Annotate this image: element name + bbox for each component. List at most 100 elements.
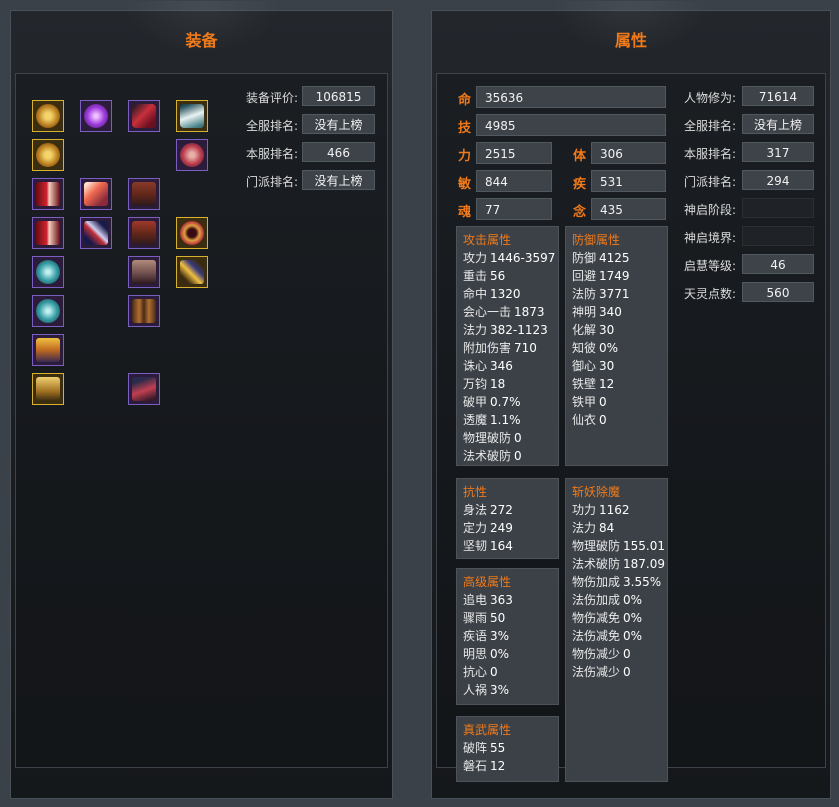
stat-row: 定力 249 bbox=[463, 519, 552, 537]
stat-name: 法力 bbox=[463, 323, 488, 337]
stat-row: 会心一击 1873 bbox=[463, 303, 552, 321]
rating-value: 106815 bbox=[302, 86, 375, 106]
stat-value: 55 bbox=[490, 741, 506, 755]
equipment-slot[interactable] bbox=[176, 139, 208, 171]
armor-icon bbox=[132, 182, 156, 206]
attributes-title: 属性 bbox=[614, 31, 647, 50]
stat-value: 0 bbox=[599, 395, 607, 409]
equipment-panel: 装备 装备评价: 106815 全服排名: 没有上榜 本服排名: 466 门派排… bbox=[10, 1, 393, 799]
attributes-panel: 属性 命 35636 技 4985 力 2515 体 306 敏 844 疾 5… bbox=[431, 1, 831, 799]
cultivation-value: 71614 bbox=[742, 86, 814, 106]
equipment-slot[interactable] bbox=[80, 217, 112, 249]
advanced-box: 高级属性 追电 363 骤雨 50 疾语 3% 明思 0% 抗心 0 人祸 3% bbox=[456, 568, 559, 705]
equipment-slot[interactable] bbox=[128, 373, 160, 405]
cultivation-label: 人物修为: bbox=[684, 91, 737, 105]
equipment-slot[interactable] bbox=[176, 217, 208, 249]
equipment-slot[interactable] bbox=[128, 295, 160, 327]
equipment-slot[interactable] bbox=[32, 178, 64, 210]
stat-row: 命中 1320 bbox=[463, 285, 552, 303]
equipment-slot[interactable] bbox=[32, 100, 64, 132]
stat-name: 防御 bbox=[572, 251, 597, 265]
stat-row: 重击 56 bbox=[463, 267, 552, 285]
stat-value: 187.09 bbox=[623, 557, 666, 571]
stat-row: 人祸 3% bbox=[463, 681, 552, 699]
gold-tablet-icon bbox=[36, 377, 60, 401]
shenqi-stage-label: 神启阶段: bbox=[684, 203, 737, 217]
resist-box: 抗性 身法 272 定力 249 坚韧 164 bbox=[456, 478, 559, 559]
stat-row: 疾语 3% bbox=[463, 627, 552, 645]
stat-row: 法力 84 bbox=[572, 519, 661, 537]
stat-row: 诛心 346 bbox=[463, 357, 552, 375]
stat-value: 0 bbox=[514, 431, 522, 445]
resist-rows: 身法 272 定力 249 坚韧 164 bbox=[463, 501, 552, 555]
stat-name: 物理破防 bbox=[572, 539, 621, 553]
stat-name: 法伤减少 bbox=[572, 665, 621, 679]
stat-row: 防御 4125 bbox=[572, 249, 661, 267]
equipment-slot[interactable] bbox=[176, 256, 208, 288]
defense-box: 防御属性 防御 4125 回避 1749 法防 3771 神明 340 化解 30 知彼 0% 御心 30… bbox=[565, 226, 668, 466]
stat-name: 破阵 bbox=[463, 741, 488, 755]
stat-row: 铁壁 12 bbox=[572, 375, 661, 393]
stat-value: 30 bbox=[599, 359, 615, 373]
stat-name: 骤雨 bbox=[463, 611, 488, 625]
equipment-slot[interactable] bbox=[128, 178, 160, 210]
equipment-slot[interactable] bbox=[128, 217, 160, 249]
stat-value: 0% bbox=[623, 593, 643, 607]
demon-title: 斩妖除魔 bbox=[572, 485, 621, 499]
stat-row: 功力 1162 bbox=[572, 501, 661, 519]
stat-value: 0% bbox=[623, 629, 643, 643]
equipment-slot[interactable] bbox=[80, 100, 112, 132]
stat-value: 0 bbox=[623, 665, 631, 679]
stat-value: 50 bbox=[490, 611, 506, 625]
resist-title: 抗性 bbox=[463, 485, 488, 499]
stat-name: 法防 bbox=[572, 287, 597, 301]
school-rank-label: 门派排名: bbox=[684, 175, 737, 189]
stat-value: 1873 bbox=[514, 305, 545, 319]
equipment-slot[interactable] bbox=[32, 295, 64, 327]
ti-label: 体 bbox=[573, 149, 587, 164]
stat-value: 382-1123 bbox=[490, 323, 548, 337]
equipment-slot[interactable] bbox=[32, 373, 64, 405]
stat-name: 破甲 bbox=[463, 395, 488, 409]
defense-title: 防御属性 bbox=[572, 233, 621, 247]
equipment-slot[interactable] bbox=[176, 100, 208, 132]
red-crest-icon bbox=[36, 221, 60, 245]
attack-box: 攻击属性 攻力 1446-3597 重击 56 命中 1320 会心一击 1873 法力 382-… bbox=[456, 226, 559, 466]
stat-value: 346 bbox=[490, 359, 513, 373]
stat-value: 272 bbox=[490, 503, 513, 517]
stat-row: 法防 3771 bbox=[572, 285, 661, 303]
equipment-slot[interactable] bbox=[32, 217, 64, 249]
gold-crown-icon bbox=[36, 338, 60, 362]
equipment-slot[interactable] bbox=[128, 256, 160, 288]
equipment-slot[interactable] bbox=[128, 100, 160, 132]
stat-name: 命中 bbox=[463, 287, 488, 301]
equipment-slot[interactable] bbox=[80, 178, 112, 210]
flame-burst-icon bbox=[84, 182, 108, 206]
defense-rows: 防御 4125 回避 1749 法防 3771 神明 340 化解 30 知彼 0% 御心 30 铁壁 12 铁… bbox=[572, 249, 661, 429]
ji-label: 技 bbox=[458, 121, 472, 136]
stat-value: 1.1% bbox=[490, 413, 521, 427]
gold-scroll-icon bbox=[180, 260, 204, 284]
stat-value: 710 bbox=[514, 341, 537, 355]
equipment-slot[interactable] bbox=[32, 256, 64, 288]
equipment-slot[interactable] bbox=[32, 139, 64, 171]
equipment-title: 装备 bbox=[185, 31, 218, 50]
stat-value: 340 bbox=[599, 305, 622, 319]
rating-label: 装备评价: bbox=[246, 91, 299, 105]
stat-row: 破阵 55 bbox=[463, 739, 552, 757]
stat-row: 知彼 0% bbox=[572, 339, 661, 357]
gold-disc-icon bbox=[36, 104, 60, 128]
stat-value: 18 bbox=[490, 377, 506, 391]
stat-name: 攻力 bbox=[463, 251, 488, 265]
stat-row: 物伤减少 0 bbox=[572, 645, 661, 663]
stat-name: 法术破防 bbox=[572, 557, 621, 571]
stat-row: 法术破防 187.09 bbox=[572, 555, 665, 573]
stat-row: 御心 30 bbox=[572, 357, 661, 375]
stat-row: 物理破防 0 bbox=[463, 429, 552, 447]
boot-icon bbox=[132, 377, 156, 401]
stat-row: 法伤减免 0% bbox=[572, 627, 661, 645]
stat-name: 化解 bbox=[572, 323, 597, 337]
equipment-slot[interactable] bbox=[32, 334, 64, 366]
red-crest-icon bbox=[36, 182, 60, 206]
stat-name: 会心一击 bbox=[463, 305, 512, 319]
